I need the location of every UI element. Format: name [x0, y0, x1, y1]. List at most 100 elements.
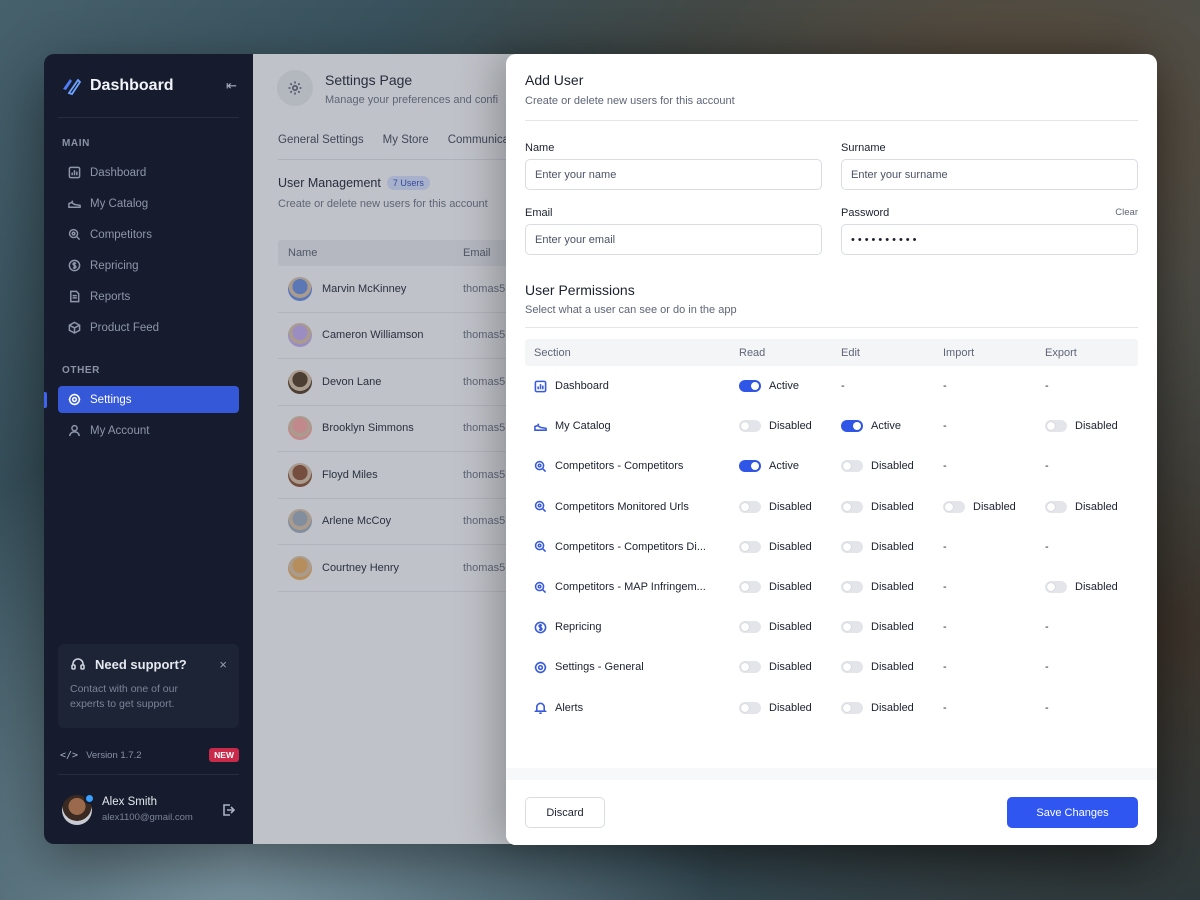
section-name: Competitors - MAP Infringem... — [555, 581, 706, 594]
col-export: Export — [1045, 346, 1077, 359]
close-icon[interactable]: × — [219, 657, 227, 672]
new-badge: NEW — [209, 748, 239, 762]
edit-toggle[interactable] — [841, 500, 863, 513]
col-import: Import — [943, 346, 975, 359]
collapse-sidebar-icon[interactable]: ⇤ — [226, 78, 237, 94]
support-title: Need support? — [95, 656, 187, 672]
sidebar-item-reports[interactable]: Reports — [58, 283, 239, 310]
edit-toggle[interactable] — [841, 661, 863, 674]
read-toggle[interactable] — [739, 701, 761, 714]
save-changes-button[interactable]: Save Changes — [1007, 797, 1138, 828]
edit-toggle[interactable] — [841, 460, 863, 473]
section-name: Alerts — [555, 701, 584, 714]
email-label: Email — [525, 207, 553, 219]
permission-row: Competitors - MAP Infringem... Disabled Di… — [525, 567, 1138, 607]
main-nav: Dashboard My Catalog Competitors Repricing R… — [58, 157, 239, 345]
permission-row: Competitors - Competitors Di... Disabled D… — [525, 527, 1138, 567]
sidebar-item-settings[interactable]: Settings — [58, 386, 239, 413]
edit-status: Disabled — [871, 701, 914, 714]
modal-footer: Discard Save Changes — [506, 768, 1157, 845]
sidebar-item-product-feed[interactable]: Product Feed — [58, 314, 239, 341]
headset-icon — [71, 658, 85, 670]
export-toggle[interactable] — [1045, 500, 1067, 513]
no-permission: - — [1045, 701, 1049, 714]
read-toggle[interactable] — [739, 661, 761, 674]
col-read: Read — [739, 346, 766, 359]
logout-icon[interactable] — [221, 803, 235, 817]
email-input[interactable] — [525, 224, 822, 255]
sidebar-item-my-catalog[interactable]: My Catalog — [58, 190, 239, 217]
edit-status: Disabled — [871, 581, 914, 594]
modal-subtitle: Create or delete new users for this acco… — [525, 95, 735, 107]
no-permission: - — [1045, 621, 1049, 634]
gear-icon — [534, 661, 547, 674]
read-status: Disabled — [769, 581, 812, 594]
no-permission: - — [1045, 380, 1049, 393]
sidebar: Dashboard ⇤ MAIN Dashboard My Catalog Comp… — [44, 54, 253, 844]
no-permission: - — [943, 420, 947, 433]
dollar-icon — [534, 621, 547, 634]
sidebar-item-label: Dashboard — [90, 166, 147, 179]
discard-button[interactable]: Discard — [525, 797, 605, 828]
other-nav: Settings My Account — [58, 384, 239, 448]
chart-icon — [68, 166, 81, 179]
no-permission: - — [943, 460, 947, 473]
export-status: Disabled — [1075, 581, 1118, 594]
no-permission: - — [943, 701, 947, 714]
box-icon — [68, 321, 81, 334]
read-toggle[interactable] — [739, 380, 761, 393]
col-edit: Edit — [841, 346, 860, 359]
sidebar-item-label: Competitors — [90, 228, 152, 241]
sidebar-item-competitors[interactable]: Competitors — [58, 221, 239, 248]
import-toggle[interactable] — [943, 500, 965, 513]
user-email: alex1100@gmail.com — [102, 812, 193, 823]
export-toggle[interactable] — [1045, 420, 1067, 433]
search-icon — [534, 500, 547, 513]
surname-input[interactable] — [841, 159, 1138, 190]
read-toggle[interactable] — [739, 460, 761, 473]
permission-row: Dashboard Active - - - — [525, 366, 1138, 406]
read-toggle[interactable] — [739, 581, 761, 594]
edit-toggle[interactable] — [841, 621, 863, 634]
no-permission: - — [1045, 460, 1049, 473]
sidebar-item-my-account[interactable]: My Account — [58, 417, 239, 444]
chart-icon — [534, 380, 547, 392]
read-toggle[interactable] — [739, 500, 761, 513]
edit-status: Active — [871, 420, 901, 433]
sidebar-item-label: My Account — [90, 424, 150, 437]
name-input[interactable] — [525, 159, 822, 190]
edit-status: Disabled — [871, 661, 914, 674]
bell-icon — [534, 702, 547, 715]
read-toggle[interactable] — [739, 420, 761, 433]
permissions-table-header: Section Read Edit Import Export — [525, 339, 1138, 366]
read-toggle[interactable] — [739, 621, 761, 634]
edit-status: Disabled — [871, 460, 914, 473]
version-row: </> Version 1.7.2 NEW — [60, 748, 239, 762]
import-status: Disabled — [973, 500, 1016, 513]
edit-toggle[interactable] — [841, 581, 863, 594]
edit-toggle[interactable] — [841, 420, 863, 433]
read-toggle[interactable] — [739, 540, 761, 553]
support-card: Need support? × Contact with one of our … — [58, 644, 239, 728]
sidebar-item-repricing[interactable]: Repricing — [58, 252, 239, 279]
export-toggle[interactable] — [1045, 581, 1067, 594]
password-input[interactable] — [841, 224, 1138, 255]
permissions-table: Section Read Edit Import Export Dashboard Act… — [525, 339, 1138, 728]
user-profile[interactable]: Alex Smith alex1100@gmail.com — [58, 774, 239, 844]
edit-toggle[interactable] — [841, 701, 863, 714]
search-icon — [534, 541, 547, 553]
sidebar-item-label: My Catalog — [90, 197, 149, 210]
export-status: Disabled — [1075, 420, 1118, 433]
user-form: Name Surname Email Password Clear — [525, 142, 1138, 255]
permission-row: Competitors Monitored Urls Disabled Disabl… — [525, 487, 1138, 527]
avatar — [62, 792, 95, 825]
read-status: Disabled — [769, 540, 812, 553]
modal-header: Add User Create or delete new users for … — [525, 54, 1138, 121]
sidebar-item-dashboard[interactable]: Dashboard — [58, 159, 239, 186]
permission-row: Alerts Disabled Disabled - - — [525, 688, 1138, 728]
edit-toggle[interactable] — [841, 540, 863, 553]
user-icon — [68, 424, 81, 437]
edit-status: Disabled — [871, 500, 914, 513]
clear-password-button[interactable]: Clear — [1115, 207, 1138, 219]
code-icon: </> — [60, 749, 79, 761]
